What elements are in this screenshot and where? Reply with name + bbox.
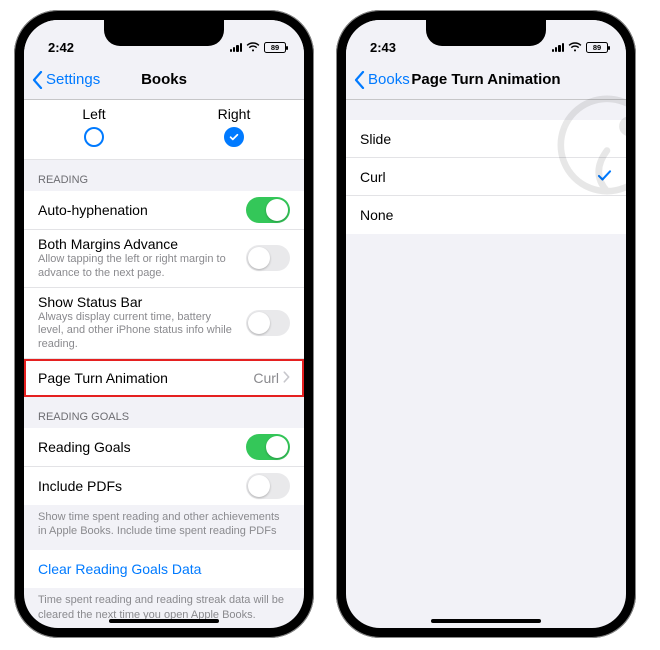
toggle-show-status-bar[interactable] [246,310,290,336]
nav-bar: Settings Books [24,60,304,100]
row-auto-hyphenation[interactable]: Auto-hyphenation [24,191,304,230]
check-icon [228,131,240,143]
tap-area-left-label: Left [24,106,164,122]
toggle-both-margins[interactable] [246,245,290,271]
page-turn-value: Curl [253,370,279,386]
toggle-auto-hyphenation[interactable] [246,197,290,223]
home-indicator[interactable] [431,619,541,623]
chevron-left-icon [32,71,43,89]
tap-area-right[interactable]: Right [164,106,304,147]
toggle-reading-goals[interactable] [246,434,290,460]
footer-clear: Time spent reading and reading streak da… [24,588,304,622]
section-header-goals: READING GOALS [24,397,304,428]
row-include-pdfs[interactable]: Include PDFs [24,467,304,505]
row-both-margins[interactable]: Both Margins Advance Allow tapping the l… [24,230,304,288]
cellular-icon [230,42,242,52]
chevron-right-icon [283,370,290,386]
wifi-icon [568,42,582,53]
battery-icon: 89 [586,42,608,53]
back-label: Settings [46,71,100,88]
row-page-turn-animation[interactable]: Page Turn Animation Curl [24,359,304,397]
row-clear-goals[interactable]: Clear Reading Goals Data [24,550,304,588]
chevron-left-icon [354,71,365,89]
row-reading-goals[interactable]: Reading Goals [24,428,304,467]
back-button[interactable]: Books [354,71,410,89]
tap-area-left[interactable]: Left [24,106,164,147]
notch [104,20,224,46]
notch [426,20,546,46]
back-label: Books [368,71,410,88]
cellular-icon [552,42,564,52]
option-none[interactable]: None [346,196,626,234]
row-show-status-bar[interactable]: Show Status Bar Always display current t… [24,288,304,359]
wifi-icon [246,42,260,53]
phone-left: 2:42 89 Settings Books Left Right [14,10,314,638]
battery-icon: 89 [264,42,286,53]
phone-right: 2:43 89 Books Page Turn Animation Slide [336,10,636,638]
watermark-icon [552,90,626,200]
status-time: 2:42 [48,40,74,55]
tap-area-right-label: Right [164,106,304,122]
settings-scroll[interactable]: Left Right READING Auto-hyphenation Both… [24,100,304,628]
status-time: 2:43 [370,40,396,55]
back-button[interactable]: Settings [32,71,100,89]
home-indicator[interactable] [109,619,219,623]
section-header-reading: READING [24,160,304,191]
toggle-include-pdfs[interactable] [246,473,290,499]
tap-area-segment: Left Right [24,100,304,160]
footer-goals: Show time spent reading and other achiev… [24,505,304,539]
